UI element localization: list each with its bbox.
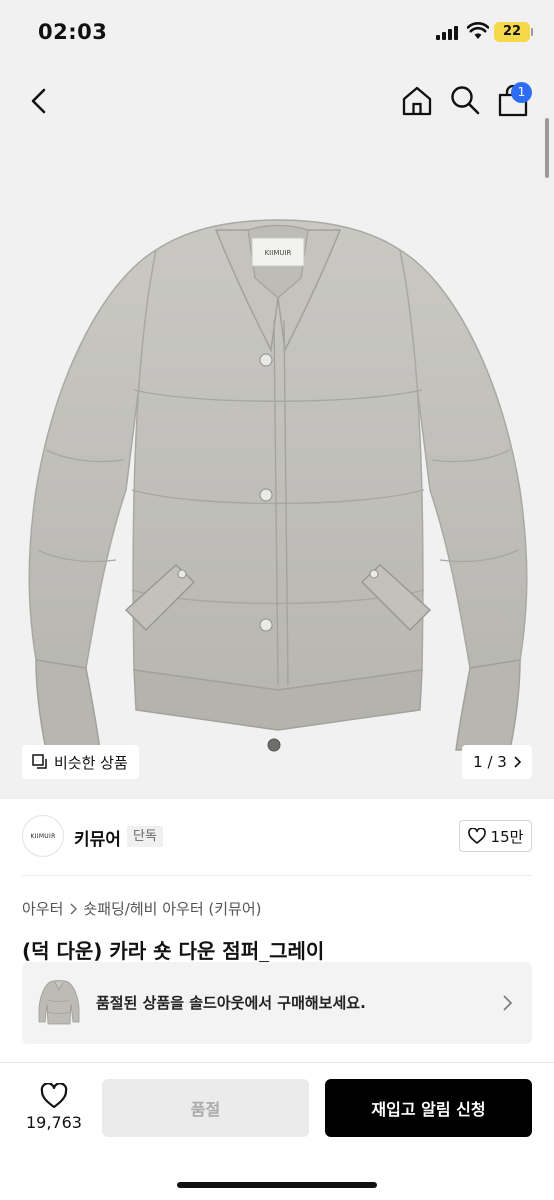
wish-count: 19,763 [26, 1113, 82, 1132]
breadcrumb-item-outer[interactable]: 아우터 [22, 898, 63, 919]
similar-products-button[interactable]: 비슷한 상품 [22, 745, 139, 779]
page-indicator-text: 1 / 3 [473, 753, 507, 771]
heart-icon [467, 828, 486, 844]
image-page-indicator[interactable]: 1 / 3 [462, 745, 532, 779]
restock-alert-button[interactable]: 재입고 알림 신청 [325, 1079, 532, 1137]
signal-icon [436, 26, 460, 40]
status-bar: 02:03 22 [0, 0, 554, 62]
product-image-gallery[interactable]: 1 KIIMUIR 비슷한 상품 1 / 3 [0, 62, 554, 799]
brand-like-count: 15만 [490, 827, 524, 846]
chevron-left-icon[interactable] [24, 86, 54, 116]
chevron-right-icon [70, 903, 78, 914]
similar-products-icon [32, 754, 47, 769]
brand-logo[interactable]: KIIMUIR [22, 815, 64, 857]
heart-icon[interactable] [40, 1083, 68, 1109]
product-image: KIIMUIR [28, 219, 528, 752]
battery-tip [531, 28, 533, 36]
jacket-label: KIIMUIR [265, 249, 292, 257]
soldout-notice: 품절된 상품을 솔드아웃에서 구매해보세요. [96, 994, 366, 1012]
similar-products-label: 비슷한 상품 [54, 753, 128, 772]
soldout-marketplace-banner[interactable]: 품절된 상품을 솔드아웃에서 구매해보세요. [22, 962, 532, 1044]
home-icon[interactable] [400, 84, 434, 118]
brand-name[interactable]: 키뮤어 [74, 825, 121, 850]
wifi-icon [467, 22, 489, 39]
bottom-action-bar: 19,763 품절 재입고 알림 신청 [0, 1063, 554, 1200]
brand-like-button[interactable]: 15만 [459, 820, 532, 852]
breadcrumb: 아우터 숏패딩/헤비 아우터 (키뮤어) [22, 898, 262, 919]
divider [22, 875, 532, 876]
status-time: 02:03 [38, 20, 108, 44]
exclusive-badge: 단독 [127, 826, 163, 847]
chevron-right-icon [503, 995, 513, 1011]
battery-level: 22 [494, 22, 530, 42]
brand-row: KIIMUIR 키뮤어 단독 15만 [0, 799, 554, 875]
breadcrumb-item-category[interactable]: 숏패딩/헤비 아우터 (키뮤어) [83, 898, 261, 919]
soldout-button: 품절 [102, 1079, 309, 1137]
home-indicator[interactable] [177, 1182, 377, 1188]
soldout-product-thumbnail [38, 980, 80, 1025]
product-title: (덕 다운) 카라 숏 다운 점퍼_그레이 [22, 939, 325, 963]
search-icon[interactable] [449, 84, 481, 116]
scrollbar[interactable] [545, 118, 549, 178]
cart-count-badge: 1 [511, 82, 532, 103]
chevron-right-icon [514, 756, 521, 768]
